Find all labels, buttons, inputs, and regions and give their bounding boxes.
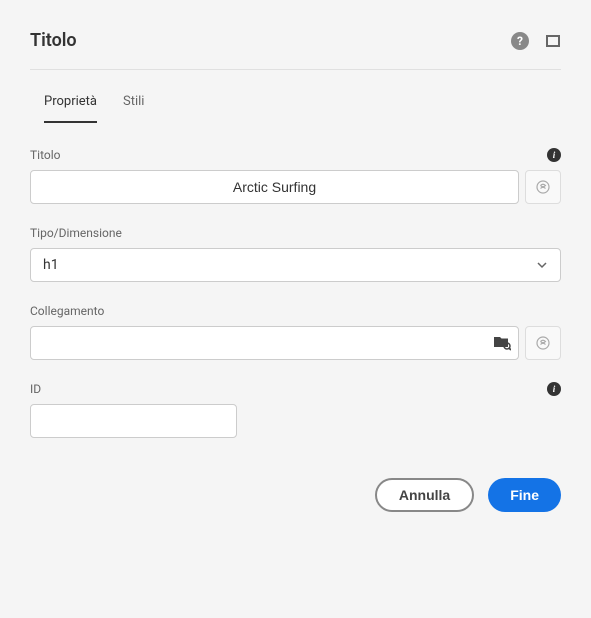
- data-layer-icon[interactable]: [525, 170, 561, 204]
- done-button[interactable]: Fine: [488, 478, 561, 512]
- title-label: Titolo: [30, 148, 61, 162]
- info-icon[interactable]: i: [547, 148, 561, 162]
- field-link: Collegamento: [30, 304, 561, 360]
- type-value: h1: [43, 257, 59, 273]
- field-id: ID i: [30, 382, 561, 438]
- data-layer-icon-link[interactable]: [525, 326, 561, 360]
- browse-icon[interactable]: [493, 335, 511, 351]
- tab-properties[interactable]: Proprietà: [44, 94, 97, 123]
- dialog-header: Titolo ?: [30, 30, 561, 70]
- type-select[interactable]: h1: [30, 248, 561, 282]
- tab-styles[interactable]: Stili: [123, 94, 144, 123]
- link-input[interactable]: [30, 326, 519, 360]
- tabs: Proprietà Stili: [30, 94, 561, 124]
- id-label: ID: [30, 382, 41, 396]
- link-label: Collegamento: [30, 304, 104, 318]
- chevron-down-icon: [536, 259, 548, 271]
- dialog-title: Titolo: [30, 30, 77, 51]
- field-type: Tipo/Dimensione h1: [30, 226, 561, 282]
- fullscreen-icon[interactable]: [545, 33, 561, 49]
- help-icon[interactable]: ?: [511, 32, 529, 50]
- info-icon-id[interactable]: i: [547, 382, 561, 396]
- dialog-footer: Annulla Fine: [30, 478, 561, 512]
- id-input[interactable]: [30, 404, 237, 438]
- field-title: Titolo i: [30, 148, 561, 204]
- cancel-button[interactable]: Annulla: [375, 478, 474, 512]
- title-input[interactable]: [30, 170, 519, 204]
- header-actions: ?: [511, 32, 561, 50]
- title-component-dialog: Titolo ? Proprietà Stili Titolo i: [30, 30, 561, 512]
- type-label: Tipo/Dimensione: [30, 226, 122, 240]
- form: Titolo i Tipo/Dimensione h1: [30, 148, 561, 438]
